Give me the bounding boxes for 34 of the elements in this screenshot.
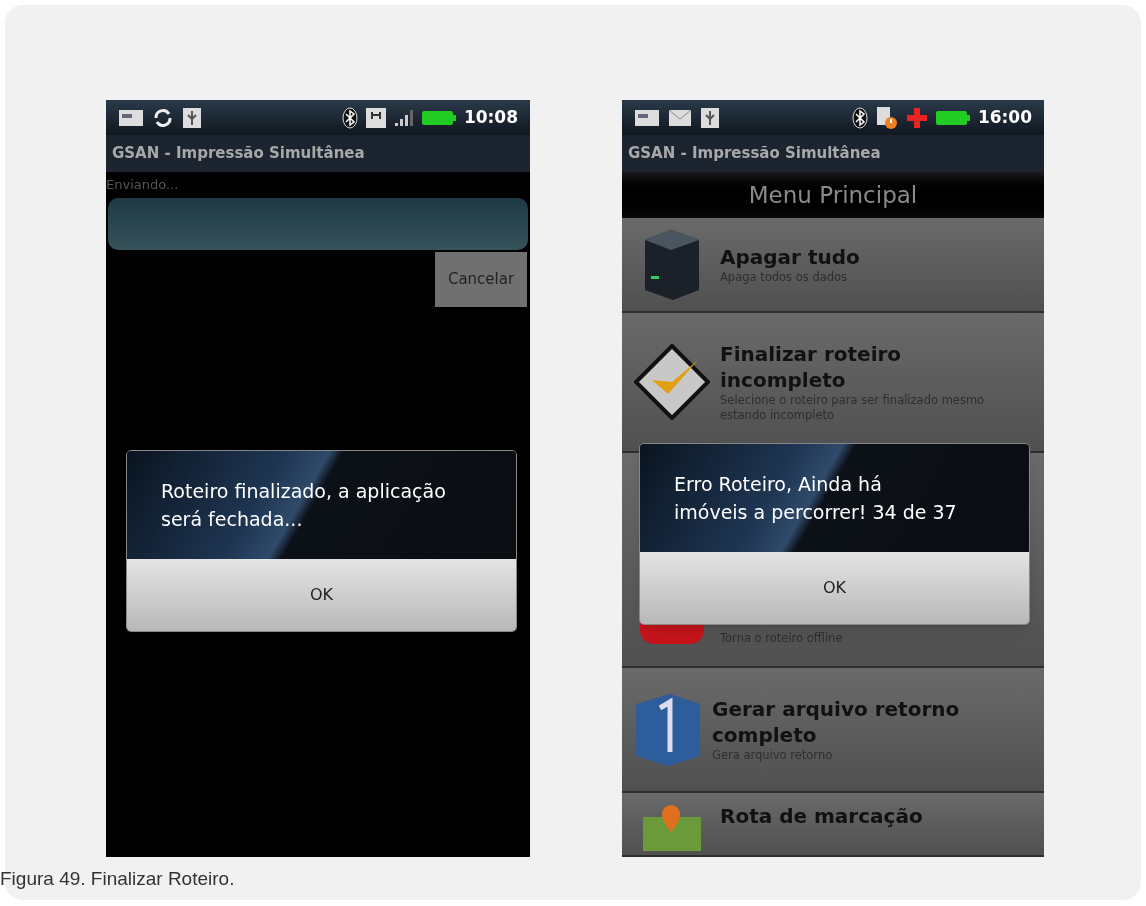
- battery-icon: [935, 110, 970, 125]
- battery-icon: [421, 110, 456, 125]
- app-title: GSAN - Impressão Simultânea: [112, 143, 365, 165]
- status-time: 10:08: [463, 105, 518, 129]
- map-pin-icon: [641, 803, 703, 851]
- network-icon: [365, 107, 386, 128]
- app-title: GSAN - Impressão Simultânea: [628, 143, 881, 165]
- menu-item-title: Gerar arquivo retorno completo: [712, 696, 961, 748]
- status-time: 16:00: [977, 105, 1032, 129]
- screen-icon: [634, 107, 660, 128]
- ok-button[interactable]: OK: [127, 559, 516, 631]
- dialog-message: Erro Roteiro, Ainda há imóveis a percorrer! 34 de 37: [674, 472, 958, 525]
- sync-icon: [152, 106, 174, 129]
- checkmark-icon: [634, 344, 710, 420]
- menu-item-title: Rota de marcação: [720, 803, 923, 829]
- usb-icon: [700, 106, 720, 129]
- progress-label: Enviando...: [106, 176, 180, 194]
- figure-caption: Figura 49. Finalizar Roteiro.: [0, 867, 236, 891]
- cancel-button[interactable]: Cancelar: [435, 252, 527, 307]
- screen-icon: [118, 107, 144, 128]
- envelope-icon: [668, 108, 692, 127]
- box-icon: [634, 691, 702, 768]
- ok-button[interactable]: OK: [640, 552, 1029, 624]
- menu-title: Menu Principal: [748, 180, 918, 210]
- menu-item-title: Finalizar roteiro incompleto: [720, 341, 903, 393]
- usb-icon: [182, 106, 202, 129]
- warning-icon: [875, 105, 898, 130]
- bluetooth-icon: [341, 106, 358, 129]
- menu-item-title: Apagar tudo: [720, 244, 861, 270]
- menu-item[interactable]: Rota de marcação: [622, 793, 1044, 857]
- signal-icon: [393, 108, 414, 127]
- dialog-message: Roteiro finalizado, a aplicação será fechada...: [161, 479, 447, 532]
- bluetooth-icon: [851, 106, 868, 129]
- plus-icon: [905, 106, 928, 129]
